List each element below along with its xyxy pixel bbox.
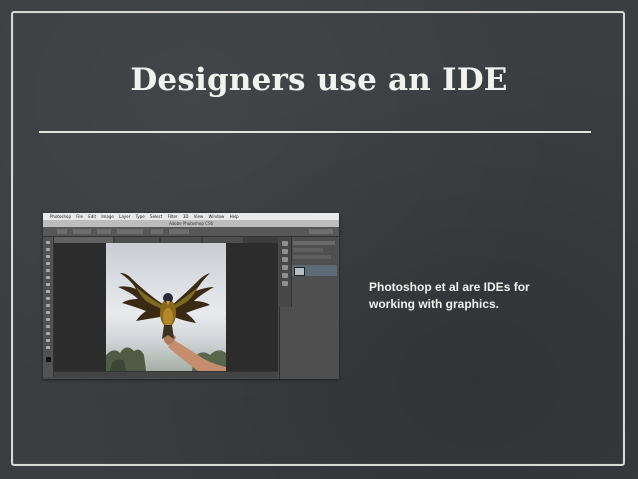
layer-thumbnail — [294, 267, 305, 276]
menu-item: View — [193, 214, 204, 219]
tool-icon — [46, 325, 50, 328]
tool-icon — [46, 339, 50, 342]
panel-control-row — [293, 255, 331, 259]
parrot-image — [106, 273, 226, 371]
tool-icon — [46, 332, 50, 335]
option-chip — [97, 229, 111, 234]
panel-icon — [282, 241, 288, 246]
menu-item: Edit — [88, 214, 97, 219]
tool-icon — [46, 318, 50, 321]
slide: Designers use an IDE Photoshop File Edit… — [0, 0, 638, 479]
tool-icon — [46, 248, 50, 251]
option-chip — [57, 229, 67, 234]
slide-caption: Photoshop et al are IDEs for working wit… — [369, 279, 569, 313]
menu-bar: Photoshop File Edit Image Layer Type Sel… — [43, 213, 339, 220]
panel-icon — [282, 249, 288, 254]
tool-icon — [46, 290, 50, 293]
menu-item: Window — [208, 214, 225, 219]
menu-item: Help — [229, 214, 239, 219]
panel-icon — [282, 273, 288, 278]
parrot-photo — [106, 243, 226, 371]
option-chip — [151, 229, 163, 234]
tool-icon — [46, 255, 50, 258]
slide-title: Designers use an IDE — [130, 62, 508, 98]
options-bar — [43, 227, 339, 237]
menu-item: Filter — [167, 214, 178, 219]
panel-control-row — [293, 248, 323, 252]
status-bar — [54, 371, 278, 378]
tools-panel — [43, 237, 54, 377]
tool-icon — [46, 311, 50, 314]
tool-icon — [46, 304, 50, 307]
option-chip — [309, 229, 333, 234]
panel-icon — [282, 281, 288, 286]
tool-icon — [46, 262, 50, 265]
photoshop-screenshot: Photoshop File Edit Image Layer Type Sel… — [43, 213, 339, 379]
panel-icon — [282, 257, 288, 262]
tool-icon — [46, 283, 50, 286]
menu-item: Select — [150, 214, 163, 219]
panel-icon — [282, 265, 288, 270]
tool-icon — [46, 297, 50, 300]
menu-item: Image — [101, 214, 114, 219]
foreground-color-swatch — [46, 357, 51, 362]
menu-item: Photoshop — [50, 214, 72, 219]
canvas-area — [54, 243, 278, 377]
panel-tab-row — [293, 241, 335, 245]
tool-icon — [46, 346, 50, 349]
caption-line: working with graphics. — [369, 297, 500, 311]
menu-item: Layer — [119, 214, 131, 219]
caption-line: Photoshop et al are IDEs for — [369, 280, 530, 294]
tool-icon — [46, 276, 50, 279]
menu-item: Type — [135, 214, 145, 219]
title-divider — [39, 131, 591, 133]
panel-icon-strip — [279, 237, 292, 307]
option-chip — [73, 229, 91, 234]
menu-item: 3D — [182, 214, 189, 219]
tool-icon — [46, 269, 50, 272]
window-title: Adobe Photoshop CS6 — [43, 220, 339, 227]
menu-item: File — [76, 214, 83, 219]
tool-icon — [46, 241, 50, 244]
option-chip — [117, 229, 143, 234]
option-chip — [169, 229, 189, 234]
